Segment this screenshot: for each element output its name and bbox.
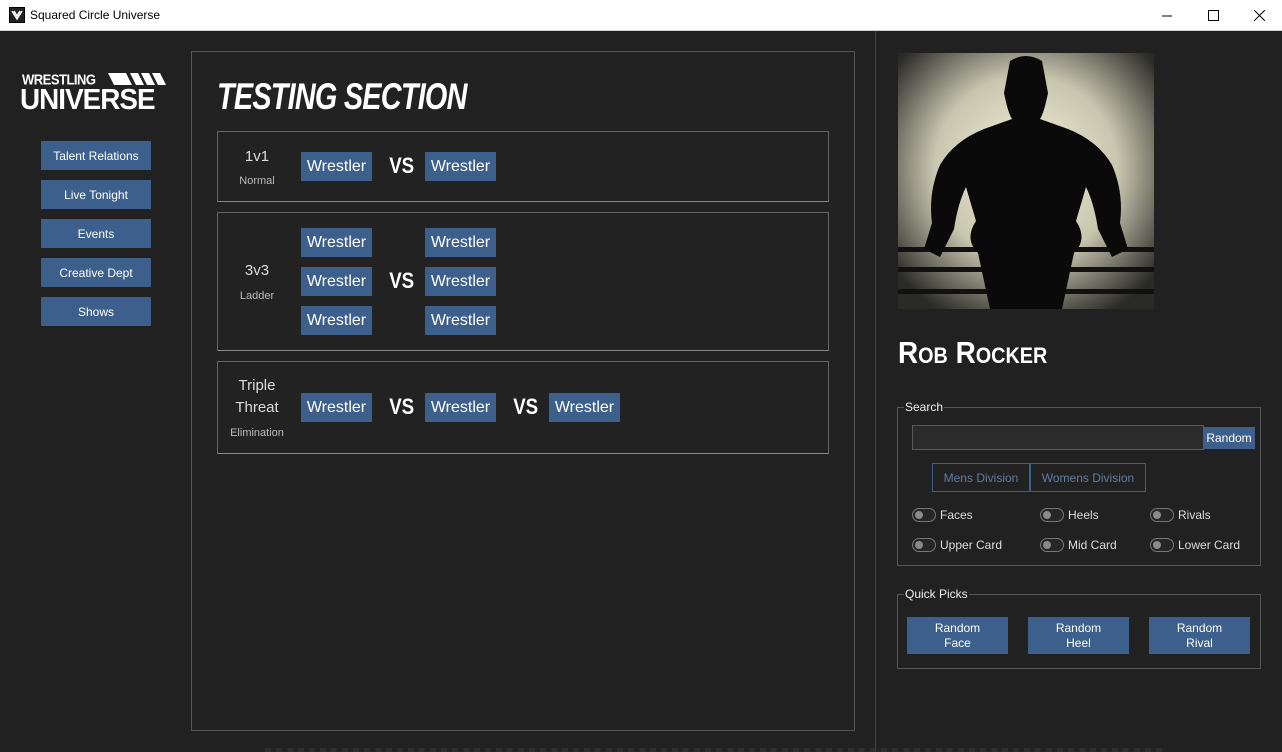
app-logo-icon (9, 7, 25, 23)
wrestler-slot-button[interactable]: Wrestler (425, 267, 496, 296)
wrestler-slot-button[interactable]: Wrestler (425, 393, 496, 422)
logo-bottom-text: UNIVERSE (20, 84, 156, 116)
vs-label: VS (389, 394, 415, 419)
random-heel-button[interactable]: Random Heel (1028, 617, 1129, 654)
random-search-button[interactable]: Random (1203, 427, 1255, 449)
shows-button[interactable]: Shows (41, 297, 151, 326)
random-rival-button[interactable]: Random Rival (1149, 617, 1250, 654)
lower-card-toggle[interactable] (1150, 538, 1174, 552)
wrestler-slot-button[interactable]: Wrestler (301, 152, 372, 181)
heels-toggle[interactable] (1040, 508, 1064, 522)
match-card-3v3: 3v3 Ladder Wrestler Wrestler Wrestler VS… (217, 212, 829, 351)
lower-card-label: Lower Card (1178, 538, 1241, 552)
vs-label: VS (513, 394, 539, 419)
wrestler-slot-button[interactable]: Wrestler (425, 152, 496, 181)
talent-relations-button[interactable]: Talent Relations (41, 141, 151, 170)
rivals-toggle[interactable] (1150, 508, 1174, 522)
vs-label: VS (389, 268, 415, 293)
match-type: Ladder (239, 290, 275, 302)
match-name: 3v3 (244, 262, 270, 279)
quick-picks-label: Quick Picks (904, 587, 969, 601)
maximize-icon[interactable] (1190, 0, 1236, 31)
wrestler-slot-button[interactable]: Wrestler (301, 306, 372, 335)
status-strip (265, 748, 1165, 752)
faces-toggle[interactable] (912, 508, 936, 522)
match-type: Elimination (230, 427, 284, 439)
minimize-icon[interactable] (1144, 0, 1190, 31)
wrestler-slot-button[interactable]: Wrestler (425, 228, 496, 257)
match-name: Triple Threat (235, 377, 279, 416)
match-card-1v1: 1v1 Normal Wrestler VS Wrestler (217, 131, 829, 202)
upper-card-toggle[interactable] (912, 538, 936, 552)
search-group-label: Search (904, 400, 945, 414)
window-title: Squared Circle Universe (30, 8, 161, 22)
random-face-button[interactable]: Random Face (907, 617, 1008, 654)
close-icon[interactable] (1236, 0, 1282, 31)
match-card-triple-threat: Triple Threat Elimination Wrestler VS Wr… (217, 361, 829, 454)
wrestler-portrait (898, 53, 1154, 309)
rivals-label: Rivals (1178, 508, 1211, 522)
wrestler-slot-button[interactable]: Wrestler (425, 306, 496, 335)
panel-divider (875, 31, 876, 752)
wrestling-universe-logo: WRESTLING UNIVERSE (20, 71, 172, 116)
wrestler-slot-button[interactable]: Wrestler (301, 228, 372, 257)
match-name: 1v1 (244, 148, 270, 165)
mens-division-button[interactable]: Mens Division (932, 463, 1030, 492)
wrestler-slot-button[interactable]: Wrestler (549, 393, 620, 422)
wrestler-name: Rob Rocker (898, 335, 1048, 370)
mid-card-toggle[interactable] (1040, 538, 1064, 552)
womens-division-button[interactable]: Womens Division (1030, 463, 1146, 492)
live-tonight-button[interactable]: Live Tonight (41, 180, 151, 209)
heels-label: Heels (1068, 508, 1099, 522)
upper-card-label: Upper Card (940, 538, 1003, 552)
events-button[interactable]: Events (41, 219, 151, 248)
window-titlebar: Squared Circle Universe (0, 0, 1282, 31)
wrestler-slot-button[interactable]: Wrestler (301, 393, 372, 422)
creative-dept-button[interactable]: Creative Dept (41, 258, 151, 287)
wrestler-slot-button[interactable]: Wrestler (301, 267, 372, 296)
page-title: TESTING SECTION (217, 76, 467, 117)
mid-card-label: Mid Card (1068, 538, 1117, 552)
match-type: Normal (239, 175, 275, 187)
vs-label: VS (389, 153, 415, 178)
search-input[interactable] (912, 425, 1204, 450)
faces-label: Faces (940, 508, 973, 522)
